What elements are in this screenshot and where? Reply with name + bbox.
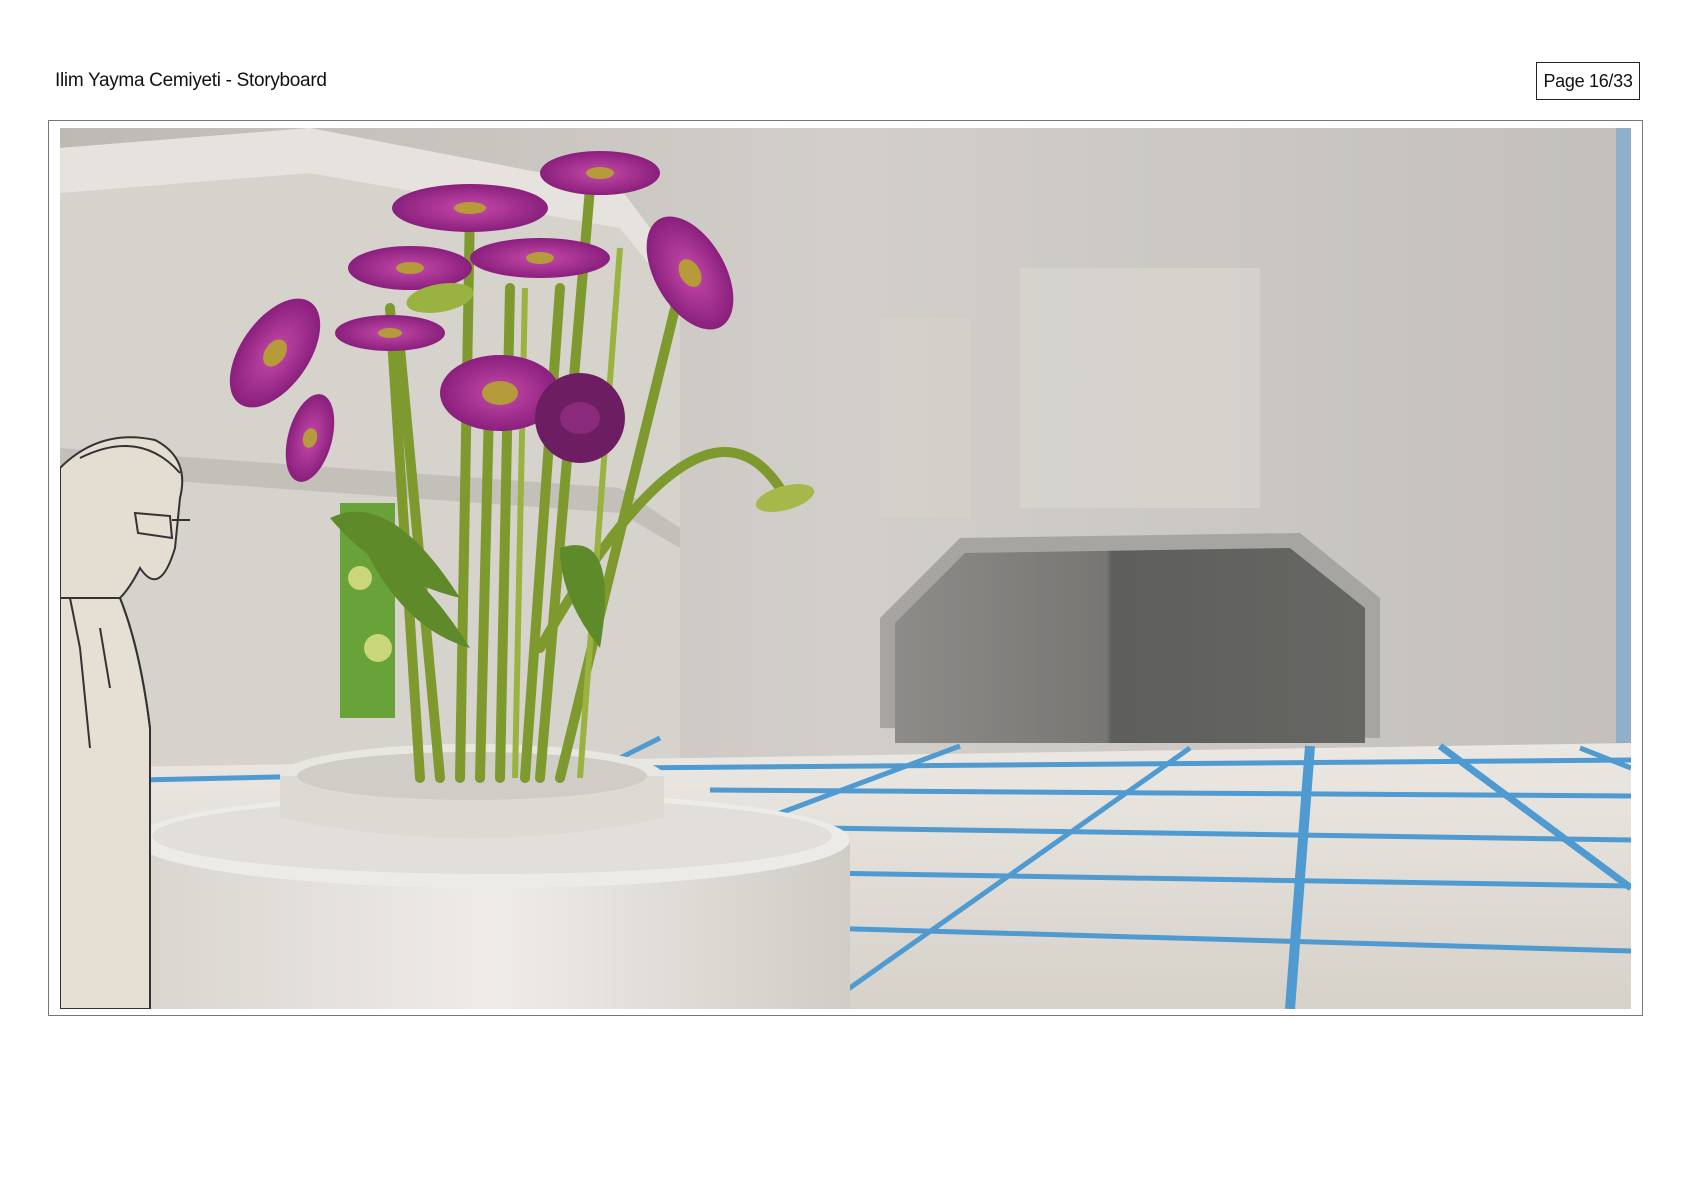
page-number-badge: Page 16/33 bbox=[1536, 62, 1640, 100]
doorway bbox=[880, 533, 1380, 743]
document-title: Ilim Yayma Cemiyeti - Storyboard bbox=[55, 70, 327, 91]
storyboard-panel-image bbox=[60, 128, 1631, 1009]
page-number-label: Page 16/33 bbox=[1543, 70, 1633, 91]
storyboard-scene-illustration bbox=[60, 128, 1631, 1009]
